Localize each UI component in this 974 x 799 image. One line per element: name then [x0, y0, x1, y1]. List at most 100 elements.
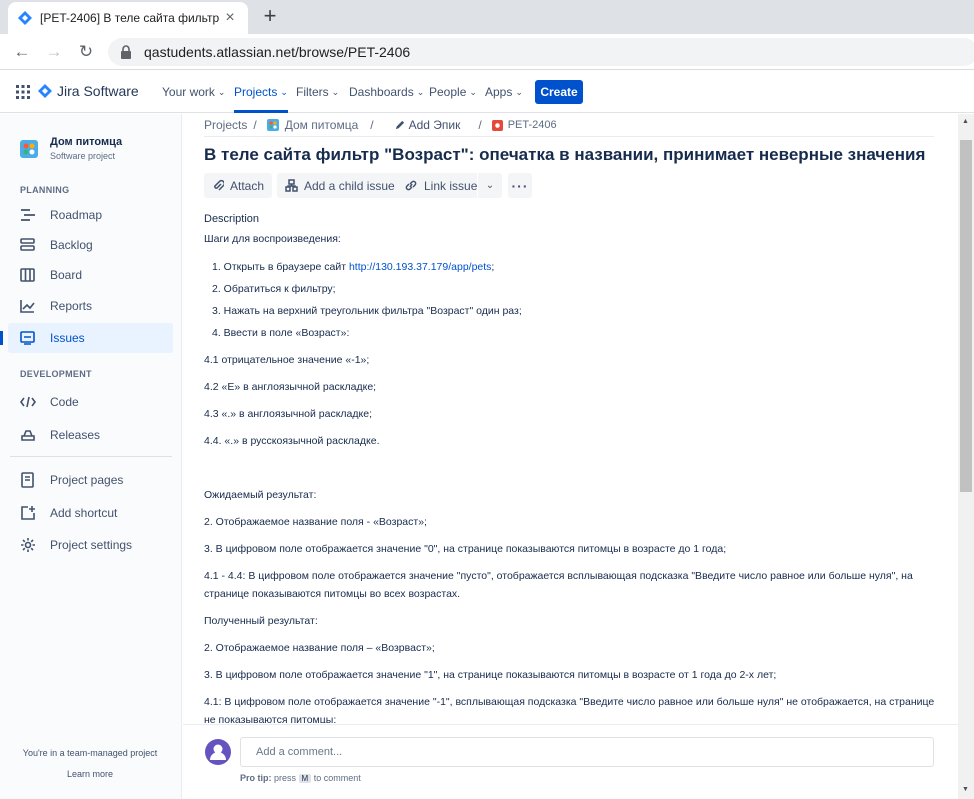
chevron-down-icon: ⌄: [515, 87, 523, 97]
breadcrumb-divider: [204, 136, 934, 137]
sidebar-item-label: Backlog: [50, 238, 93, 252]
sidebar-item-releases[interactable]: Releases: [8, 420, 173, 450]
link-issue-button[interactable]: Link issue: [396, 173, 486, 198]
breadcrumb-issue-key[interactable]: PET-2406: [508, 119, 557, 131]
add-child-label: Add a child issue: [304, 178, 395, 193]
sidebar-item-reports[interactable]: Reports: [8, 291, 173, 321]
url-field[interactable]: qastudents.atlassian.net/browse/PET-2406: [108, 38, 974, 66]
sidebar-item-label: Roadmap: [50, 208, 103, 222]
sidebar-item-issues[interactable]: Issues: [0, 323, 173, 353]
learn-more-link[interactable]: Learn more: [0, 769, 180, 779]
step-1-suffix: ;: [491, 261, 495, 273]
scrollbar[interactable]: ▲ ▼: [958, 114, 974, 799]
jira-logo-icon: [38, 84, 52, 98]
chevron-down-icon: ⌄: [469, 87, 477, 97]
lock-icon: [121, 45, 131, 59]
step-3: 3. Нажать на верхний треугольник фильтра…: [212, 305, 522, 317]
scroll-down-icon[interactable]: ▼: [962, 786, 969, 793]
browser-tab[interactable]: [PET-2406] В теле сайта фильтр ×: [8, 2, 248, 34]
team-managed-note: You're in a team-managed project: [22, 748, 158, 758]
attach-button[interactable]: Attach: [204, 173, 273, 198]
chevron-down-icon: ⌄: [416, 87, 425, 97]
step-1: 1. Открыть в браузере сайт http://130.19…: [212, 261, 494, 273]
nav-people[interactable]: People ⌄: [429, 71, 477, 113]
substep-4-3: 4.3 «.» в англоязычной раскладке;: [204, 408, 372, 420]
breadcrumb: Projects / Дом питомца / Add Эпик / PET-…: [204, 118, 563, 132]
nav-dashboards-label: Dashboards: [349, 85, 414, 99]
add-child-issue-button[interactable]: Add a child issue: [277, 173, 403, 198]
nav-people-label: People: [429, 85, 467, 99]
expected-4-line2: странице показываются питомцы во всех во…: [204, 588, 461, 600]
project-header[interactable]: Дом питомца Software project: [20, 136, 122, 161]
expected-4-line1: 4.1 - 4.4: В цифровом поле отображается …: [204, 570, 913, 582]
issue-view: Projects / Дом питомца / Add Эпик / PET-…: [183, 114, 958, 799]
sidebar-item-label: Releases: [50, 428, 101, 442]
pro-tip-press: press: [274, 773, 297, 783]
nav-projects[interactable]: Projects ⌄: [234, 71, 288, 113]
scrollbar-thumb[interactable]: [960, 140, 972, 492]
breadcrumb-add-epic[interactable]: Add Эпик: [409, 118, 461, 132]
substep-4-1: 4.1 отрицательное значение «-1»;: [204, 354, 370, 366]
actual-3: 3. В цифровом поле отображается значение…: [204, 669, 777, 681]
close-tab-icon[interactable]: ×: [222, 9, 238, 27]
breadcrumb-separator: /: [478, 118, 482, 132]
pages-icon: [21, 472, 34, 488]
sidebar-item-backlog[interactable]: Backlog: [8, 230, 173, 260]
link-issue-dropdown[interactable]: ⌄: [477, 173, 502, 198]
expected-2: 2. Отображаемое название поля - «Возраст…: [204, 516, 427, 528]
nav-projects-label: Projects: [234, 85, 278, 99]
comment-input[interactable]: Add a comment...: [240, 737, 934, 767]
steps-heading: Шаги для воспроизведения:: [204, 233, 341, 245]
sidebar-item-label: Board: [50, 268, 83, 282]
step-1-text: 1. Открыть в браузере сайт: [212, 261, 349, 273]
more-actions-button[interactable]: ···: [508, 173, 532, 198]
actual-heading: Полученный результат:: [204, 615, 318, 627]
breadcrumb-separator: /: [253, 118, 257, 132]
sidebar-item-code[interactable]: Code: [8, 387, 173, 417]
project-name: Дом питомца: [50, 136, 123, 148]
address-bar: ← → ↻ qastudents.atlassian.net/browse/PE…: [0, 34, 974, 70]
releases-icon: [21, 430, 35, 441]
app-switcher-icon[interactable]: [16, 85, 30, 99]
nav-filters[interactable]: Filters ⌄: [296, 71, 339, 113]
site-link[interactable]: http://130.193.37.179/app/pets: [349, 261, 491, 273]
active-indicator: [0, 331, 3, 345]
sidebar-item-board[interactable]: Board: [8, 260, 173, 290]
planning-heading: PLANNING: [20, 185, 70, 195]
nav-apps-label: Apps: [485, 85, 513, 99]
reload-icon[interactable]: ↻: [74, 40, 98, 64]
substep-4-4: 4.4. «.» в русскоязычной раскладке.: [204, 435, 380, 447]
forward-icon[interactable]: →: [42, 40, 66, 64]
paperclip-icon: [214, 179, 224, 191]
back-icon[interactable]: ←: [10, 40, 34, 64]
jira-logo-text: Jira Software: [57, 83, 139, 99]
create-button[interactable]: Create: [535, 80, 583, 104]
project-avatar-icon: [266, 119, 279, 131]
chevron-down-icon: ⌄: [485, 180, 495, 191]
nav-your-work[interactable]: Your work ⌄: [162, 71, 225, 113]
substep-4-2: 4.2 «Е» в англоязычной раскладке;: [204, 381, 377, 393]
keyboard-key: M: [298, 774, 312, 783]
jira-logo[interactable]: Jira Software: [38, 83, 139, 99]
nav-apps[interactable]: Apps ⌄: [485, 71, 523, 113]
sidebar-item-label: Reports: [50, 299, 93, 313]
breadcrumb-projects[interactable]: Projects: [204, 118, 247, 132]
avatar[interactable]: [205, 739, 231, 765]
new-tab-icon[interactable]: +: [258, 5, 282, 29]
sidebar-item-project-pages[interactable]: Project pages: [8, 465, 173, 495]
reports-icon: [20, 300, 35, 313]
sidebar-item-label: Issues: [50, 331, 85, 345]
comment-divider: [183, 724, 958, 725]
sidebar-item-add-shortcut[interactable]: Add shortcut: [8, 498, 173, 528]
sidebar-item-roadmap[interactable]: Roadmap: [8, 200, 173, 230]
scroll-up-icon[interactable]: ▲: [962, 118, 969, 125]
breadcrumb-project[interactable]: Дом питомца: [285, 118, 359, 132]
issue-title[interactable]: В теле сайта фильтр "Возраст": опечатка …: [204, 145, 925, 165]
child-issue-icon: [285, 179, 298, 192]
actual-2: 2. Отображаемое название поля – «Возрвас…: [204, 642, 435, 654]
user-icon: [210, 744, 226, 760]
nav-dashboards[interactable]: Dashboards ⌄: [349, 71, 424, 113]
sidebar-item-project-settings[interactable]: Project settings: [8, 530, 173, 560]
nav-your-work-label: Your work: [162, 85, 215, 99]
pro-tip-rest: to comment: [313, 773, 361, 783]
